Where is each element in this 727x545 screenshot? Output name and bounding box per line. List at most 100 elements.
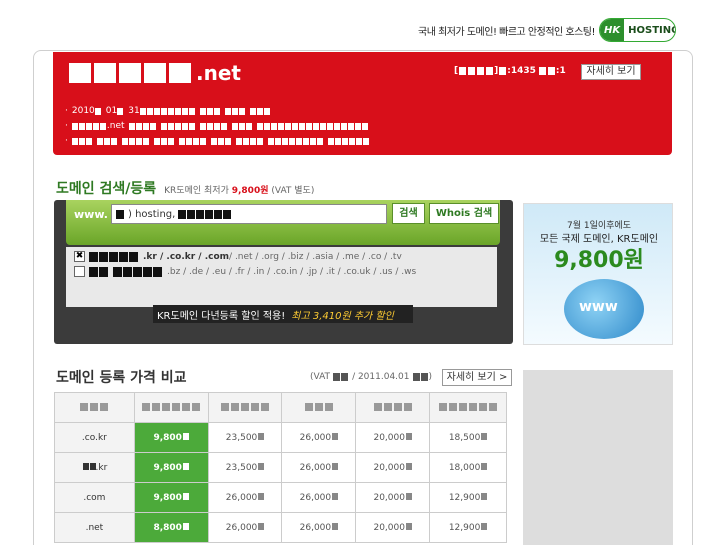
notice-glyph	[153, 108, 160, 115]
header-provider-4	[355, 392, 431, 423]
row-extension: .co.kr	[54, 422, 135, 453]
notice-glyph	[362, 138, 369, 145]
price-value: 26,000	[299, 432, 332, 443]
extension-row-2: .bz / .de / .eu / .fr / .in / .co.in / .…	[74, 266, 416, 277]
input-glyph	[214, 209, 223, 219]
price-meta: (VAT / 2011.04.01 )	[310, 372, 432, 382]
meta-glyph	[341, 373, 349, 381]
notice-glyph	[85, 138, 92, 145]
notice-glyph	[334, 138, 341, 145]
whois-search-button[interactable]: Whois 검색	[429, 203, 499, 224]
right-domain-ad[interactable]: 7월 1일이후에도 모든 국제 도메인, KR도메인 9,800원 www	[523, 203, 673, 345]
extension-row-2-list: .bz / .de / .eu / .fr / .in / .co.in / .…	[167, 266, 417, 277]
price-value: 26,000	[299, 492, 332, 503]
site-header: .net [ ] :1435 :1 자세히 보기 · 2010 01 31 · …	[53, 52, 672, 155]
notice-glyph	[319, 123, 326, 130]
notice-month: 01	[105, 106, 118, 116]
extension-checkbox-1[interactable]: ✖	[74, 251, 85, 262]
price-value: 26,000	[299, 462, 332, 473]
stats-glyph	[486, 67, 494, 75]
hk-logo-text: HOSTING.KR	[628, 24, 675, 36]
input-glyph	[178, 209, 187, 219]
title-glyph	[144, 63, 166, 83]
row-our-price: 9,800	[133, 422, 209, 453]
notice-glyph	[199, 108, 206, 115]
notice-glyph	[295, 138, 302, 145]
meta-glyph	[420, 373, 428, 381]
price-value: 12,900	[448, 522, 481, 533]
header-detail-button[interactable]: 자세히 보기	[581, 64, 641, 80]
ext-glyph	[89, 266, 98, 277]
notice-glyph	[167, 138, 174, 145]
notice-glyph	[135, 138, 142, 145]
top-hosting-ad[interactable]: 국내 최저가 도메인! 빠르고 안정적인 호스팅! HK HOSTING.KR	[418, 17, 676, 43]
table-row: .com 9,800 26,000 26,000 20,000 12,900	[54, 482, 507, 513]
notice-item[interactable]: ·	[65, 134, 370, 149]
row-extension: .kr	[54, 452, 135, 483]
notice-glyph	[224, 138, 231, 145]
notice-glyph	[146, 108, 153, 115]
notice-glyph	[188, 108, 195, 115]
notice-glyph	[78, 123, 85, 130]
notice-glyph	[274, 138, 281, 145]
ext-glyph	[133, 266, 142, 277]
search-button[interactable]: 검색	[392, 203, 425, 224]
stats-bracket-open: [	[454, 66, 459, 76]
input-glyph	[205, 209, 214, 219]
row-our-price: 8,800	[133, 512, 209, 543]
www-label: www.	[74, 208, 108, 221]
row-price: 20,000	[355, 422, 431, 453]
notice-glyph	[263, 108, 270, 115]
price-value: 20,000	[373, 432, 405, 443]
stats-count: :1435	[507, 66, 536, 76]
price-value: 18,000	[448, 462, 481, 473]
input-text-a: ) hosting,	[128, 208, 176, 220]
table-header-row	[54, 392, 507, 423]
table-row: .net 8,800 26,000 26,000 20,000 12,900	[54, 512, 507, 543]
notice-glyph	[326, 123, 333, 130]
notice-glyph	[174, 123, 181, 130]
price-detail-button[interactable]: 자세히 보기 >	[442, 369, 512, 386]
notice-glyph	[167, 123, 174, 130]
notice-glyph	[256, 108, 263, 115]
notice-item[interactable]: · .net	[65, 119, 370, 134]
notice-glyph	[71, 123, 78, 130]
multi-year-promo-banner[interactable]: KR도메인 다년등록 할인 적용! 최고 3,410원 추가 할인	[153, 305, 413, 323]
extension-row-1: ✖ .kr / .co.kr / .com / .net / .org / .b…	[74, 251, 402, 262]
notice-glyph	[153, 138, 160, 145]
notice-glyph	[142, 123, 149, 130]
notice-glyph	[220, 123, 227, 130]
notice-glyph	[284, 123, 291, 130]
notice-glyph	[94, 108, 101, 115]
title-tld: .net	[196, 61, 241, 85]
notice-glyph	[181, 108, 188, 115]
price-value: 20,000	[373, 462, 405, 473]
price-value: 26,000	[299, 522, 332, 533]
notice-glyph	[263, 123, 270, 130]
price-value: 20,000	[373, 492, 405, 503]
row-price: 23,500	[207, 422, 283, 453]
promo-highlight: 최고 3,410원 추가 할인	[291, 310, 394, 322]
row-price: 26,000	[281, 482, 357, 513]
notice-glyph	[117, 108, 124, 115]
notice-item[interactable]: · 2010 01 31	[65, 104, 370, 119]
row-price: 12,900	[429, 512, 507, 543]
price-value: 26,000	[225, 492, 258, 503]
domain-search-input[interactable]: ) hosting,	[111, 204, 387, 224]
row-price: 26,000	[207, 512, 283, 543]
notice-glyph	[224, 108, 231, 115]
extension-options: ✖ .kr / .co.kr / .com / .net / .org / .b…	[66, 247, 497, 307]
row-our-price: 9,800	[133, 482, 209, 513]
notice-glyph	[78, 138, 85, 145]
notice-glyph	[210, 138, 217, 145]
price-value: 23,500	[225, 432, 258, 443]
meta-glyph	[412, 373, 420, 381]
price-value: 18,500	[448, 432, 481, 443]
notice-glyph	[128, 123, 135, 130]
extension-row-1-rest: / .net / .org / .biz / .asia / .me / .co…	[229, 251, 402, 262]
notice-glyph	[288, 138, 295, 145]
extension-checkbox-2[interactable]	[74, 266, 85, 277]
price-value: 23,500	[225, 462, 258, 473]
notice-glyph	[249, 138, 256, 145]
notice-day: 31	[128, 106, 140, 116]
